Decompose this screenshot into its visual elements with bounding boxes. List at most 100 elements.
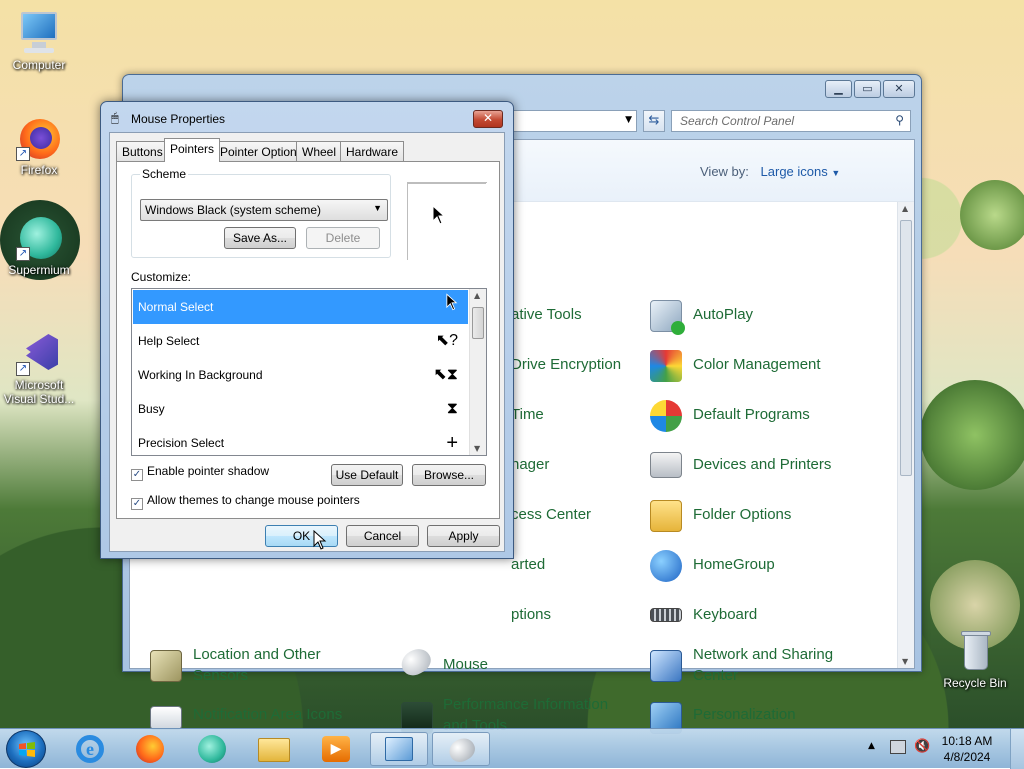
pointers-tab-panel: Scheme Windows Black (system scheme) ▼ S… (116, 161, 500, 519)
desktop-icon-computer[interactable]: Computer (2, 10, 76, 72)
autoplay-icon (650, 300, 685, 335)
crosshair-cursor-icon: + (446, 432, 458, 454)
scheme-dropdown[interactable]: Windows Black (system scheme) ▼ (140, 199, 388, 221)
desktop-icon-recycle-bin[interactable]: Recycle Bin (938, 628, 1012, 690)
cp-item-autoplay[interactable]: AutoPlay (693, 304, 753, 325)
cp-item-color-management[interactable]: Color Management (693, 354, 821, 375)
printer-icon (650, 452, 682, 478)
cp-item-location-sensors[interactable]: Location and Other Sensors (193, 644, 373, 686)
content-scrollbar[interactable]: ▲ ▼ (897, 202, 914, 668)
cursor-preview (407, 182, 487, 260)
taskbar-firefox[interactable] (124, 732, 176, 766)
start-button[interactable] (6, 730, 46, 768)
scrollbar-thumb[interactable] (900, 220, 912, 476)
ok-button[interactable]: OK (265, 525, 338, 547)
scroll-up-icon[interactable]: ▲ (902, 204, 908, 213)
search-icon[interactable]: ⚲ (895, 113, 904, 127)
keyboard-icon (650, 608, 682, 622)
cp-item-default-programs[interactable]: Default Programs (693, 404, 810, 425)
system-clock[interactable]: 10:18 AM 4/8/2024 (936, 733, 998, 765)
list-item-busy[interactable]: Busy ⧗ (133, 392, 468, 426)
customize-label: Customize: (131, 270, 192, 284)
cp-item-folder-options[interactable]: Folder Options (693, 504, 791, 525)
tab-pointer-options[interactable]: Pointer Options (214, 141, 309, 161)
list-item-normal-select[interactable]: Normal Select (133, 290, 468, 324)
enable-pointer-shadow-checkbox[interactable]: ✓ Enable pointer shadow (131, 464, 269, 481)
cp-item-ease-of-access[interactable]: cess Center (511, 504, 591, 525)
folder-icon (258, 738, 290, 762)
scroll-up-icon[interactable]: ▲ (474, 291, 480, 300)
cp-item-device-manager[interactable]: nager (511, 454, 549, 475)
minimize-button[interactable]: ▁ (825, 80, 852, 98)
browse-button[interactable]: Browse... (412, 464, 486, 486)
desktop-icon-label: Firefox (20, 163, 58, 177)
desktop-icon-visual-studio[interactable]: ↗ Microsoft Visual Stud... (2, 330, 76, 406)
apply-button[interactable]: Apply (427, 525, 500, 547)
maximize-button[interactable]: ▭ (854, 80, 881, 98)
list-item-help-select[interactable]: Help Select ⬉? (133, 324, 468, 358)
taskbar: e ▶ ▲ 🔇 10:18 AM 4/8/2024 (0, 728, 1024, 769)
cp-item-getting-started[interactable]: arted (511, 554, 545, 575)
cp-item-notification-icons[interactable]: Notification Area Icons (193, 704, 342, 725)
cp-item-administrative-tools[interactable]: ative Tools (511, 304, 582, 325)
search-placeholder: Search Control Panel (680, 114, 795, 128)
desktop-icon-firefox[interactable]: ↗ Firefox (2, 115, 76, 177)
cp-item-mouse[interactable]: Mouse (443, 654, 488, 675)
list-scrollbar[interactable]: ▲ ▼ (469, 289, 486, 455)
refresh-button[interactable]: ⇆ (643, 110, 665, 132)
taskbar-internet-explorer[interactable]: e (64, 732, 116, 766)
dialog-close-button[interactable]: ✕ (473, 110, 503, 128)
network-tray-icon[interactable] (890, 740, 906, 754)
list-item-working-background[interactable]: Working In Background ⬉⧗ (133, 358, 468, 392)
view-by-dropdown[interactable]: Large icons ▼ (761, 164, 841, 179)
windows-logo-icon (19, 742, 35, 757)
cp-item-devices-and-printers[interactable]: Devices and Printers (693, 454, 831, 475)
tab-pointers[interactable]: Pointers (164, 138, 221, 162)
cp-item-date-time[interactable]: Time (511, 404, 544, 425)
save-as-button[interactable]: Save As... (224, 227, 296, 249)
close-icon: ✕ (482, 111, 494, 125)
cp-item-homegroup[interactable]: HomeGroup (693, 554, 775, 575)
taskbar-supermium[interactable] (186, 732, 238, 766)
cp-item-keyboard[interactable]: Keyboard (693, 604, 757, 625)
search-input[interactable]: Search Control Panel ⚲ (671, 110, 911, 132)
cancel-button[interactable]: Cancel (346, 525, 419, 547)
checkbox-checked-icon: ✓ (131, 498, 143, 510)
show-hidden-icons-button[interactable]: ▲ (868, 741, 875, 751)
cp-item-internet-options[interactable]: ptions (511, 604, 551, 625)
chevron-down-icon[interactable]: ▼ (625, 115, 632, 125)
cp-item-personalization[interactable]: Personalization (693, 704, 796, 725)
volume-muted-icon[interactable]: 🔇 (914, 739, 930, 754)
taskbar-mouse-properties[interactable] (432, 732, 490, 767)
cursor-list[interactable]: Normal Select Help Select ⬉? Working In … (131, 288, 487, 456)
help-cursor-icon: ⬉? (435, 332, 458, 349)
delete-button[interactable]: Delete (306, 227, 380, 249)
notification-area-icon (150, 706, 182, 730)
arrow-cursor-icon (446, 293, 458, 311)
desktop-icon-label: Supermium (8, 263, 70, 277)
chevron-down-icon: ▼ (373, 203, 382, 213)
scroll-down-icon[interactable]: ▼ (902, 657, 908, 666)
scroll-down-icon[interactable]: ▼ (474, 444, 480, 453)
supermium-icon (198, 735, 226, 763)
desktop-icon-supermium[interactable]: ↗ Supermium (2, 215, 76, 277)
internet-explorer-icon: e (76, 735, 104, 763)
tab-hardware[interactable]: Hardware (340, 141, 405, 161)
taskbar-explorer[interactable] (248, 732, 300, 766)
scrollbar-thumb[interactable] (472, 307, 484, 339)
visual-studio-icon: ↗ (16, 330, 62, 376)
show-desktop-button[interactable] (1010, 729, 1024, 769)
tab-buttons[interactable]: Buttons (116, 141, 169, 161)
clock-time: 10:18 AM (941, 734, 993, 748)
cp-item-network-sharing[interactable]: Network and Sharing Center (693, 644, 863, 686)
taskbar-media-player[interactable]: ▶ (310, 732, 362, 766)
allow-themes-checkbox[interactable]: ✓ Allow themes to change mouse pointers (131, 493, 360, 510)
tab-wheel[interactable]: Wheel (296, 141, 343, 161)
use-default-button[interactable]: Use Default (331, 464, 403, 486)
cp-item-bitlocker[interactable]: Drive Encryption (511, 354, 621, 375)
list-item-precision-select[interactable]: Precision Select + (133, 426, 468, 455)
shortcut-arrow-icon: ↗ (16, 247, 30, 261)
address-bar[interactable]: ▼ (503, 110, 637, 132)
taskbar-control-panel[interactable] (370, 732, 428, 766)
close-button[interactable]: ✕ (883, 80, 915, 98)
